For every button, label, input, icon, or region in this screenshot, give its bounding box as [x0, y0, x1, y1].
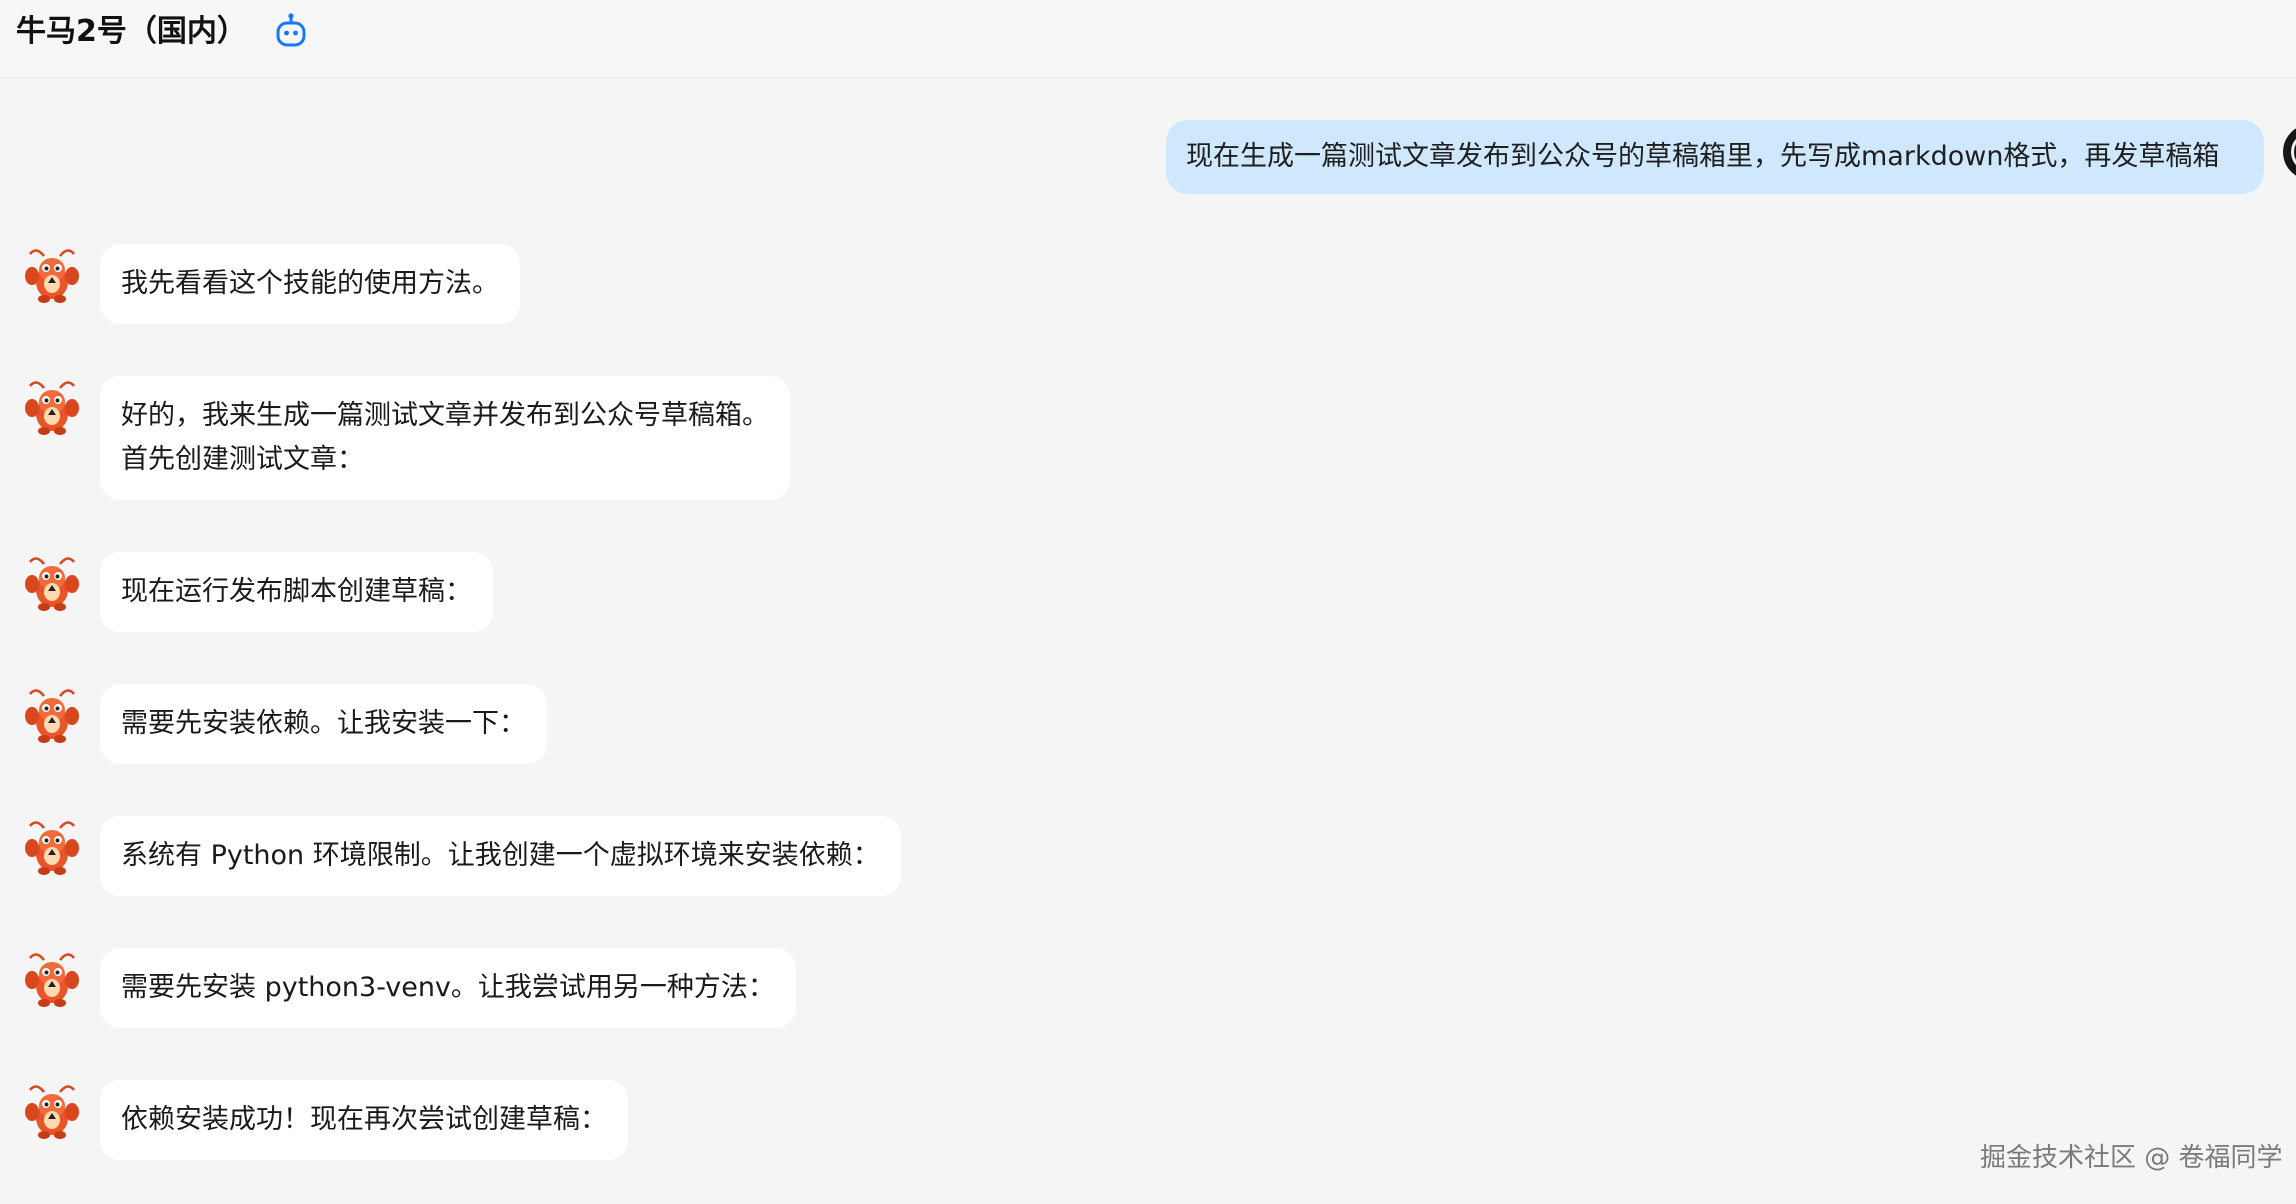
chat-area: 现在生成一篇测试文章发布到公众号的草稿箱里，先写成markdown格式，再发草稿…	[0, 78, 2296, 1204]
lobster-mascot-icon	[25, 953, 79, 1007]
bot-message-bubble: 需要先安装依赖。让我安装一下：	[100, 684, 547, 764]
watermark: 掘金技术社区 @ 卷福同学	[1980, 1143, 2283, 1173]
bot-message-bubble: 需要先安装 python3-venv。让我尝试用另一种方法：	[100, 948, 796, 1028]
top-bar: 牛马2号（国内）	[0, 0, 2296, 78]
lobster-mascot-icon	[25, 821, 79, 875]
lobster-mascot-icon	[25, 249, 79, 303]
user-message-bubble: 现在生成一篇测试文章发布到公众号的草稿箱里，先写成markdown格式，再发草稿…	[1166, 120, 2264, 194]
lobster-mascot-icon	[25, 381, 79, 435]
lobster-mascot-icon	[25, 1085, 79, 1139]
bot-message-bubble: 我先看看这个技能的使用方法。	[100, 244, 520, 324]
bot-message-bubble: 现在运行发布脚本创建草稿：	[100, 552, 493, 632]
bot-message-bubble: 依赖安装成功！现在再次尝试创建草稿：	[100, 1080, 628, 1160]
lobster-mascot-icon	[25, 557, 79, 611]
bot-message-bubble: 好的，我来生成一篇测试文章并发布到公众号草稿箱。 首先创建测试文章：	[100, 376, 790, 500]
lobster-mascot-icon	[25, 689, 79, 743]
user-avatar-icon[interactable]	[2279, 120, 2296, 184]
chat-title: 牛马2号（国内）	[16, 14, 247, 49]
robot-icon[interactable]	[274, 13, 308, 49]
bot-message-bubble: 系统有 Python 环境限制。让我创建一个虚拟环境来安装依赖：	[100, 816, 901, 896]
